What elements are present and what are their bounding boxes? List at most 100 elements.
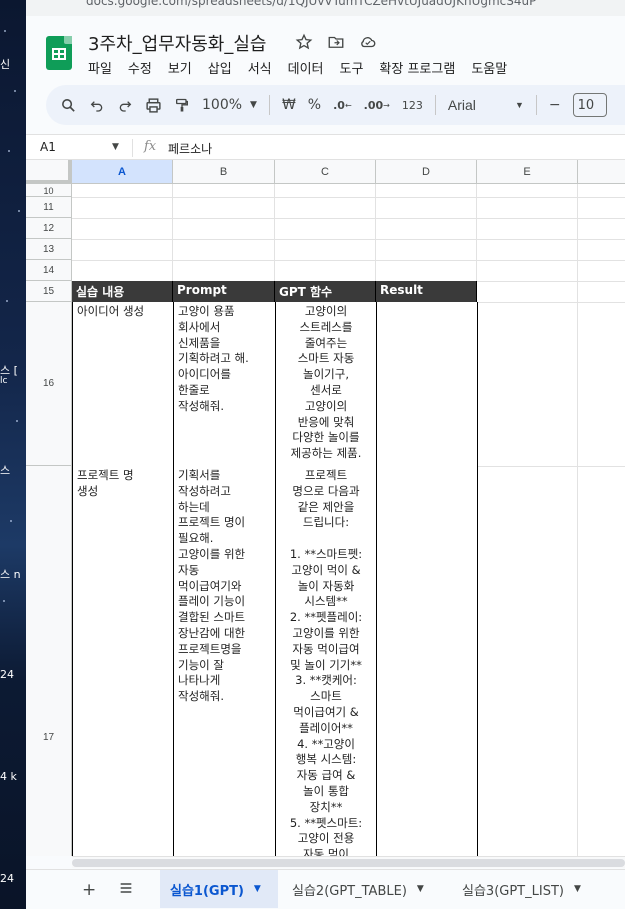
sheets-logo-icon[interactable] xyxy=(46,36,72,70)
number-format-button[interactable]: 123 xyxy=(402,93,423,117)
zoom-select[interactable]: 100% ▼ xyxy=(202,93,257,117)
row-header-11[interactable]: 11 xyxy=(26,197,72,218)
row-header-14[interactable]: 14 xyxy=(26,260,72,281)
chevron-down-icon: ▼ xyxy=(573,884,581,894)
redo-icon[interactable] xyxy=(117,93,133,117)
spreadsheet-grid[interactable]: A B C D E 10 11 12 13 14 15 16 17 실습 내용 … xyxy=(26,160,625,856)
paint-format-icon[interactable] xyxy=(174,93,190,117)
desktop-label: 신 xyxy=(0,58,11,71)
star-icon[interactable] xyxy=(294,32,314,52)
name-box[interactable]: A1 xyxy=(40,140,56,154)
gridline xyxy=(577,184,578,856)
row-header-13[interactable]: 13 xyxy=(26,239,72,260)
print-icon[interactable] xyxy=(145,93,162,117)
row-header-15[interactable]: 15 xyxy=(26,281,72,302)
row-header-12[interactable]: 12 xyxy=(26,218,72,239)
desktop-label: 24 xyxy=(0,668,14,681)
increase-decimal-label: .00 xyxy=(363,98,384,112)
chevron-down-icon[interactable]: ▼ xyxy=(112,142,119,152)
desktop-label: 스 n xyxy=(0,568,21,581)
currency-format-button[interactable]: ₩ xyxy=(282,93,296,117)
desktop-label: 스 xyxy=(0,464,11,477)
font-size-input[interactable]: 10 xyxy=(572,93,607,117)
select-all-corner[interactable] xyxy=(26,160,72,184)
sheet-tab-label: 실습2(GPT_TABLE) xyxy=(292,883,407,899)
chevron-down-icon: ▼ xyxy=(253,884,261,894)
arrow-right-icon: → xyxy=(383,100,390,110)
percent-format-button[interactable]: % xyxy=(308,93,321,117)
formula-bar: A1 ▼ fx 페르소나 xyxy=(26,134,625,160)
desktop-background: 신 스 [ lc 스 스 n 24 4 k 24 xyxy=(0,0,26,909)
menu-insert[interactable]: 삽입 xyxy=(208,58,239,77)
sheet-tab-2[interactable]: 실습2(GPT_TABLE) ▼ xyxy=(282,870,434,908)
menu-format[interactable]: 서식 xyxy=(248,58,279,77)
table-cell[interactable]: 고양이 용품 회사에서 신제품을 기획하려고 해. 아이디어를 한줄로 작성해줘… xyxy=(173,302,276,467)
chevron-down-icon: ▼ xyxy=(514,100,524,110)
sheet-tab-1[interactable]: 실습1(GPT) ▼ xyxy=(160,870,278,908)
column-header-d[interactable]: D xyxy=(376,160,477,184)
table-cell[interactable]: 아이디어 생성 xyxy=(72,302,174,467)
table-cell[interactable]: 프로젝트 명 생성 xyxy=(72,466,174,856)
table-cell[interactable]: 프로젝트 명으로 다음과 같은 제안을 드립니다: 1. **스마트펫: 고양이… xyxy=(275,466,377,856)
menu-view[interactable]: 보기 xyxy=(168,58,199,77)
menu-tools[interactable]: 도구 xyxy=(340,58,371,77)
formula-divider xyxy=(132,139,133,157)
table-header-cell[interactable]: GPT 함수 xyxy=(275,281,376,302)
horizontal-scrollbar[interactable] xyxy=(72,856,625,868)
document-title[interactable]: 3주차_업무자동화_실습 xyxy=(88,30,267,56)
gridline xyxy=(72,239,625,240)
browser-url-bar[interactable]: docs.google.com/spreadsheets/d/1QJUvVTum… xyxy=(26,0,625,16)
row-header-10[interactable]: 10 xyxy=(26,184,72,197)
table-header-cell[interactable]: 실습 내용 xyxy=(72,281,173,302)
sheets-app: docs.google.com/spreadsheets/d/1QJUvVTum… xyxy=(26,0,625,909)
menu-extensions[interactable]: 확장 프로그램 xyxy=(379,58,462,77)
title-actions xyxy=(294,32,378,52)
cloud-status-icon[interactable] xyxy=(358,32,378,52)
column-header-f[interactable] xyxy=(578,160,625,184)
row-header-16[interactable]: 16 xyxy=(26,302,72,466)
gridline xyxy=(72,218,625,219)
sheet-tab-3[interactable]: 실습3(GPT_LIST) ▼ xyxy=(452,870,591,908)
table-cell[interactable] xyxy=(376,302,478,467)
formula-input[interactable]: 페르소나 xyxy=(168,140,212,157)
move-to-folder-icon[interactable] xyxy=(326,32,346,52)
undo-icon[interactable] xyxy=(89,93,105,117)
all-sheets-icon[interactable] xyxy=(118,880,134,901)
column-header-c[interactable]: C xyxy=(275,160,376,184)
gridline xyxy=(72,197,625,198)
gridline xyxy=(72,260,625,261)
scrollbar-thumb[interactable] xyxy=(72,859,625,867)
font-size-decrease-button[interactable]: − xyxy=(549,93,561,117)
add-sheet-icon[interactable]: + xyxy=(82,880,96,900)
table-cell[interactable]: 고양이의 스트레스를 줄여주는 스마트 자동 놀이기구, 센서로 고양이의 반응… xyxy=(275,302,377,467)
toolbar: 100% ▼ ₩ % .0 ← .00 → 123 Arial ▼ − 10 xyxy=(46,85,625,125)
menu-help[interactable]: 도움말 xyxy=(471,58,514,77)
table-header-cell[interactable]: Result xyxy=(376,281,477,302)
decrease-decimal-button[interactable]: .0 ← xyxy=(333,93,352,117)
column-header-a[interactable]: A xyxy=(72,160,173,184)
toolbar-divider xyxy=(535,95,537,115)
table-header-cell[interactable]: Prompt xyxy=(173,281,275,302)
font-size-value: 10 xyxy=(577,97,595,113)
increase-decimal-button[interactable]: .00 → xyxy=(364,93,390,117)
table-cell[interactable] xyxy=(376,466,478,856)
column-header-b[interactable]: B xyxy=(173,160,275,184)
desktop-label: 4 k xyxy=(0,770,17,783)
menu-bar: 파일 수정 보기 삽입 서식 데이터 도구 확장 프로그램 도움말 xyxy=(88,58,523,77)
column-header-e[interactable]: E xyxy=(477,160,578,184)
url-text: docs.google.com/spreadsheets/d/1QJUvVTum… xyxy=(86,0,537,8)
chevron-down-icon: ▼ xyxy=(416,884,424,894)
fx-icon: fx xyxy=(144,139,157,154)
sheet-tab-label: 실습3(GPT_LIST) xyxy=(462,883,564,899)
table-cell[interactable]: 기획서를 작성하려고 하는데 프로젝트 명이 필요해. 고양이를 위한 자동 먹… xyxy=(173,466,276,856)
menu-edit[interactable]: 수정 xyxy=(128,58,159,77)
zoom-value: 100% xyxy=(202,97,243,113)
menu-file[interactable]: 파일 xyxy=(88,58,119,77)
chevron-down-icon: ▼ xyxy=(250,100,257,110)
toolbar-divider xyxy=(268,95,270,115)
sheet-tab-label: 실습1(GPT) xyxy=(170,883,244,899)
menu-data[interactable]: 데이터 xyxy=(288,58,331,77)
font-select[interactable]: Arial ▼ xyxy=(448,93,524,117)
row-header-17[interactable]: 17 xyxy=(26,466,72,856)
search-icon[interactable] xyxy=(60,93,77,117)
